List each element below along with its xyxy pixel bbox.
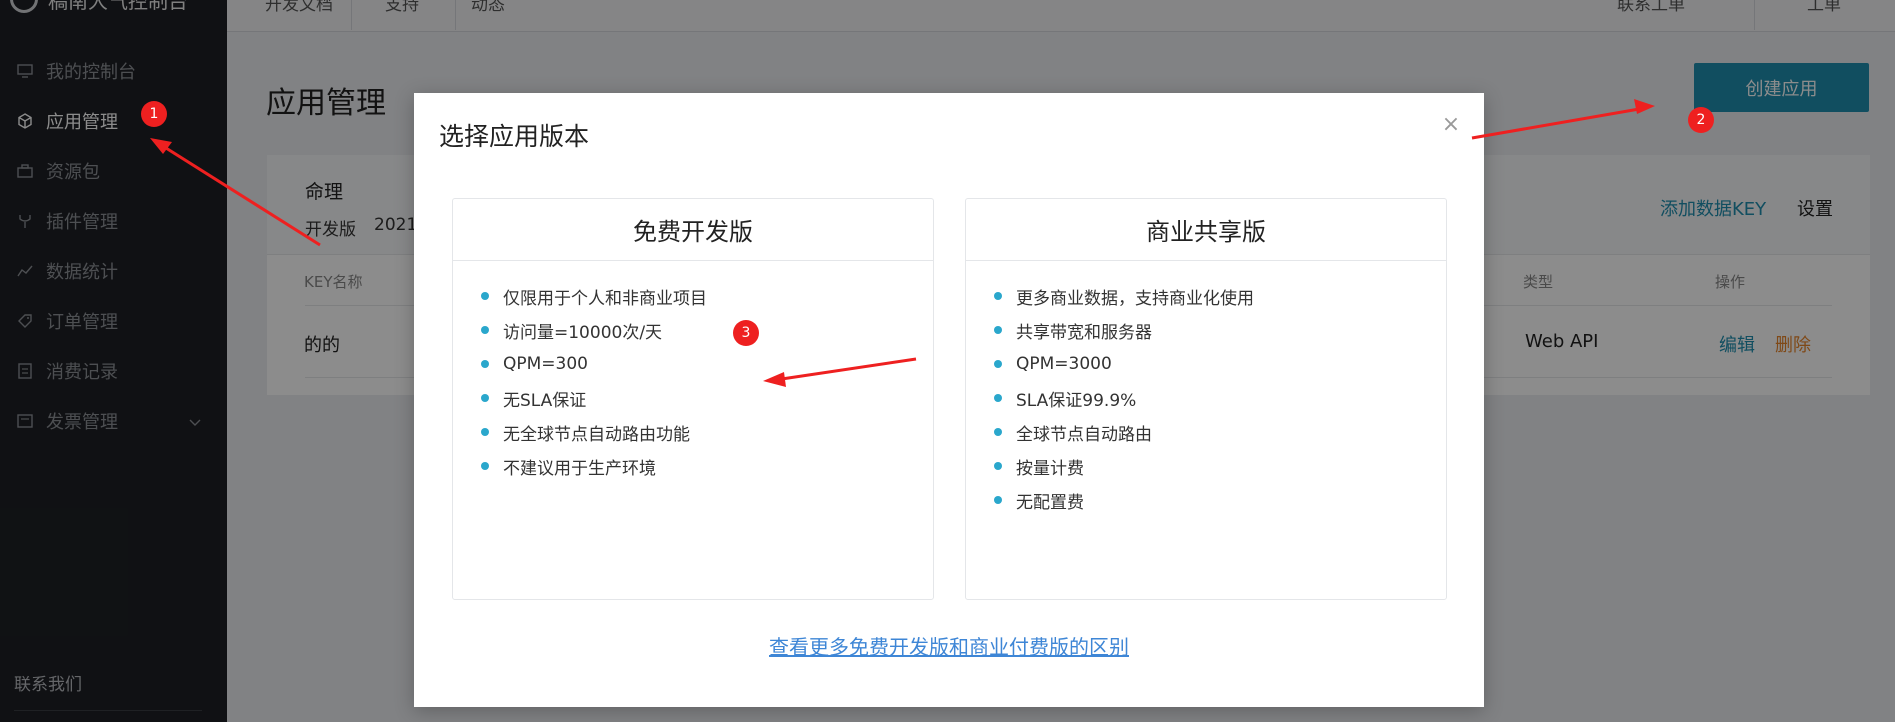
bullet-icon xyxy=(994,360,1002,368)
list-item: SLA保证99.9% xyxy=(994,381,1446,415)
feature-text: 共享带宽和服务器 xyxy=(1016,322,1152,343)
feature-text: 仅限用于个人和非商业项目 xyxy=(503,288,707,309)
feature-text: 无SLA保证 xyxy=(503,390,587,411)
annotation-badge-1: 1 xyxy=(141,101,167,127)
bullet-icon xyxy=(994,462,1002,470)
list-item: 仅限用于个人和非商业项目 xyxy=(481,279,933,313)
feature-text: 全球节点自动路由 xyxy=(1016,424,1152,445)
list-item: 无SLA保证 xyxy=(481,381,933,415)
select-version-dialog: 选择应用版本 × 免费开发版 仅限用于个人和非商业项目 访问量=10000次/天… xyxy=(414,93,1484,707)
bullet-icon xyxy=(994,496,1002,504)
list-item: QPM=300 xyxy=(481,347,933,381)
list-item: 访问量=10000次/天 xyxy=(481,313,933,347)
list-item: 按量计费 xyxy=(994,449,1446,483)
bullet-icon xyxy=(481,462,489,470)
feature-text: 更多商业数据，支持商业化使用 xyxy=(1016,288,1254,309)
feature-text: QPM=3000 xyxy=(1016,354,1112,374)
close-icon[interactable]: × xyxy=(1439,113,1463,137)
annotation-badge-2: 2 xyxy=(1688,107,1714,133)
list-item: 更多商业数据，支持商业化使用 xyxy=(994,279,1446,313)
bullet-icon xyxy=(481,360,489,368)
bullet-icon xyxy=(481,326,489,334)
feature-text: 无配置费 xyxy=(1016,492,1084,513)
feature-text: QPM=300 xyxy=(503,354,588,374)
feature-text: SLA保证99.9% xyxy=(1016,390,1137,411)
bullet-icon xyxy=(994,326,1002,334)
bullet-icon xyxy=(481,394,489,402)
feature-text: 不建议用于生产环境 xyxy=(503,458,656,479)
plan-title: 商业共享版 xyxy=(966,199,1446,261)
feature-text: 访问量=10000次/天 xyxy=(503,322,663,343)
dialog-title: 选择应用版本 xyxy=(439,122,590,151)
list-item: 共享带宽和服务器 xyxy=(994,313,1446,347)
bullet-icon xyxy=(994,292,1002,300)
feature-list: 更多商业数据，支持商业化使用 共享带宽和服务器 QPM=3000 SLA保证99… xyxy=(966,261,1446,517)
feature-text: 按量计费 xyxy=(1016,458,1084,479)
plan-card-business[interactable]: 商业共享版 更多商业数据，支持商业化使用 共享带宽和服务器 QPM=3000 S… xyxy=(965,198,1447,600)
list-item: 无全球节点自动路由功能 xyxy=(481,415,933,449)
list-item: QPM=3000 xyxy=(994,347,1446,381)
list-item: 无配置费 xyxy=(994,483,1446,517)
annotation-badge-3: 3 xyxy=(733,320,759,346)
list-item: 全球节点自动路由 xyxy=(994,415,1446,449)
plan-card-free[interactable]: 免费开发版 仅限用于个人和非商业项目 访问量=10000次/天 QPM=300 … xyxy=(452,198,934,600)
compare-plans-link[interactable]: 查看更多免费开发版和商业付费版的区别 xyxy=(414,631,1484,660)
bullet-icon xyxy=(994,394,1002,402)
bullet-icon xyxy=(481,292,489,300)
bullet-icon xyxy=(481,428,489,436)
list-item: 不建议用于生产环境 xyxy=(481,449,933,483)
feature-list: 仅限用于个人和非商业项目 访问量=10000次/天 QPM=300 无SLA保证… xyxy=(453,261,933,483)
bullet-icon xyxy=(994,428,1002,436)
plan-title: 免费开发版 xyxy=(453,199,933,261)
feature-text: 无全球节点自动路由功能 xyxy=(503,424,690,445)
